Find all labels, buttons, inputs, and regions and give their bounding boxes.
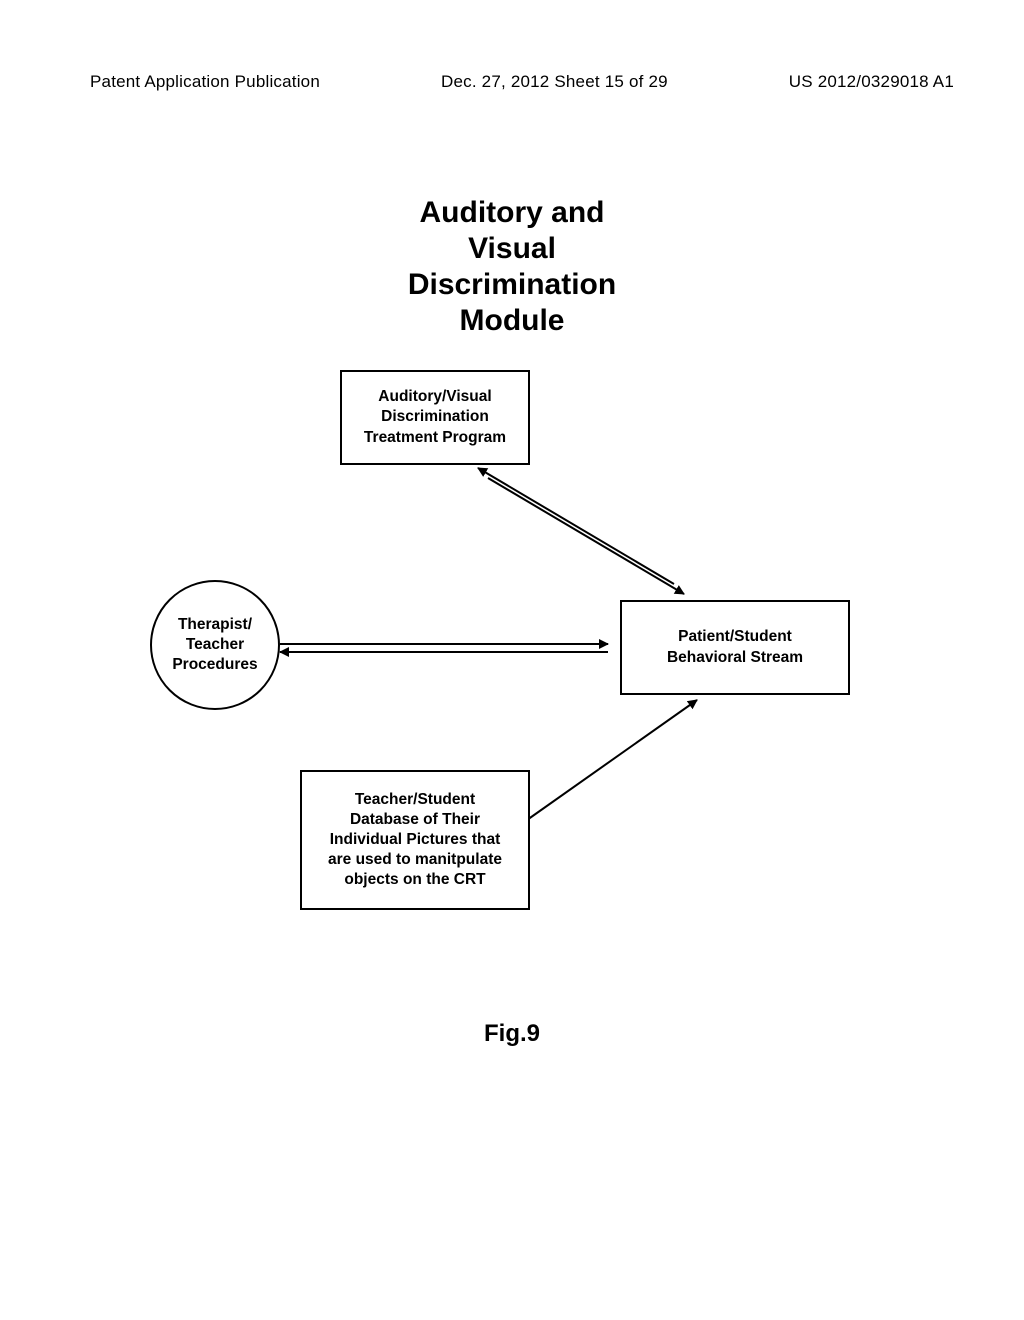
page-header: Patent Application Publication Dec. 27, …: [90, 72, 954, 92]
page: Patent Application Publication Dec. 27, …: [0, 0, 1024, 1320]
node-treatment-label: Auditory/Visual Discrimination Treatment…: [364, 387, 506, 447]
node-patient-stream: Patient/Student Behavioral Stream: [620, 600, 850, 695]
node-patient-label: Patient/Student Behavioral Stream: [667, 627, 803, 667]
publication-type-label: Patent Application Publication: [90, 72, 320, 92]
node-treatment-program: Auditory/Visual Discrimination Treatment…: [340, 370, 530, 465]
node-database-label: Teacher/Student Database of Their Indivi…: [328, 790, 502, 891]
title-line-3: Discrimination: [0, 267, 1024, 303]
node-therapist-procedures: Therapist/ Teacher Procedures: [150, 580, 280, 710]
diagram-title: Auditory and Visual Discrimination Modul…: [0, 195, 1024, 339]
diagram: Auditory/Visual Discrimination Treatment…: [0, 370, 1024, 990]
title-line-4: Module: [0, 303, 1024, 339]
publication-number: US 2012/0329018 A1: [789, 72, 954, 92]
date-sheet-label: Dec. 27, 2012 Sheet 15 of 29: [441, 72, 668, 92]
node-database: Teacher/Student Database of Their Indivi…: [300, 770, 530, 910]
figure-label: Fig.9: [0, 1020, 1024, 1048]
title-line-1: Auditory and: [0, 195, 1024, 231]
node-therapist-label: Therapist/ Teacher Procedures: [172, 615, 257, 675]
title-line-2: Visual: [0, 231, 1024, 267]
